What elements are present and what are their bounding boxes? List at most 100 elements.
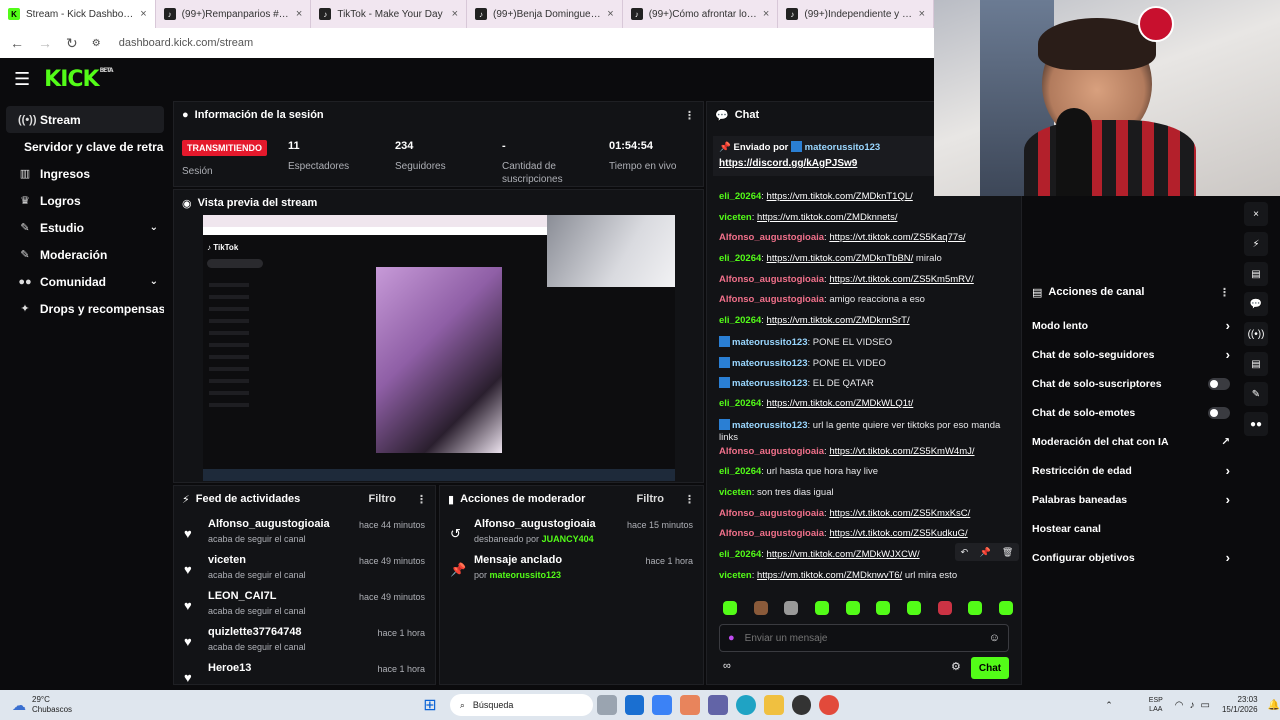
chat-message[interactable]: Alfonso_augustogioaia: https://vt.tiktok… (719, 230, 1011, 251)
chat-link[interactable]: https://vm.tiktok.com/ZMDkWJXCW/ (767, 549, 920, 560)
obs-icon[interactable] (791, 695, 812, 715)
feed-filter-button[interactable]: Filtro (369, 493, 397, 505)
chat-link[interactable]: https://vm.tiktok.com/ZMDknnets/ (757, 212, 897, 223)
chat-link[interactable]: https://vm.tiktok.com/ZMDknT1QL/ (767, 191, 913, 202)
emote-icon[interactable] (937, 601, 952, 615)
chat-link[interactable]: https://vm.tiktok.com/ZMDknwvT6/ (757, 570, 902, 581)
chat-link[interactable]: https://vt.tiktok.com/ZS5KmxKsC/ (829, 508, 970, 519)
battery-icon[interactable]: ▭ (1201, 700, 1210, 711)
chat-message[interactable]: mateorussito123: PONE EL VIDSEO (719, 334, 1011, 355)
explorer-icon[interactable] (763, 695, 784, 715)
channel-action-item[interactable]: Chat de solo-suscriptores (1024, 369, 1238, 398)
chat-username[interactable]: eli_20264 (719, 466, 761, 477)
browser-tab[interactable]: K Stream - Kick Dashboard × (0, 0, 156, 28)
chat-link[interactable]: https://vt.tiktok.com/ZS5Km5mRV/ (829, 274, 973, 285)
emote-icon[interactable] (968, 601, 983, 615)
close-tab-icon[interactable]: × (296, 8, 302, 20)
chrome-icon[interactable] (819, 695, 840, 715)
chat-username[interactable]: eli_20264 (719, 191, 761, 202)
chat-username[interactable]: Alfonso_augustogioaia (719, 528, 824, 539)
toggle-switch[interactable] (1208, 377, 1230, 390)
pin-action-icon[interactable]: 📌 (979, 547, 990, 558)
chat-message[interactable]: Alfonso_augustogioaia: amigo reacciona a… (719, 292, 1011, 313)
chat-username[interactable]: Alfonso_augustogioaia (719, 508, 824, 519)
rail-button-icon[interactable]: ▤ (1244, 352, 1268, 376)
chat-username[interactable]: mateorussito123 (732, 358, 808, 369)
chat-username[interactable]: viceten (719, 212, 752, 223)
chat-message[interactable]: Alfonso_augustogioaia: https://vt.tiktok… (719, 506, 1011, 527)
settings-icon[interactable]: ⚙ (951, 660, 961, 673)
mod-filter-button[interactable]: Filtro (637, 493, 665, 505)
emoji-icon[interactable]: ☺ (989, 632, 1000, 644)
chat-link[interactable]: https://vm.tiktok.com/ZMDknTbBN/ (767, 253, 914, 264)
chat-message-input[interactable] (744, 632, 979, 644)
feed-more-icon[interactable]: ⋮ (416, 493, 427, 506)
channel-action-item[interactable]: Chat de solo-seguidores › (1024, 340, 1238, 369)
chat-message[interactable]: eli_20264: https://vm.tiktok.com/ZMDknTb… (719, 251, 1011, 272)
mod-more-icon[interactable]: ⋮ (684, 493, 695, 506)
emote-icon[interactable] (784, 601, 799, 615)
feed-item[interactable]: ♥ Heroe13 hace 1 hora (174, 662, 435, 684)
chat-username[interactable]: viceten (719, 487, 752, 498)
chat-username[interactable]: Alfonso_augustogioaia (719, 294, 824, 305)
feed-item[interactable]: ♥ LEON_CAI7L acaba de seguir el canal hace … (174, 590, 435, 626)
feed-item[interactable]: ♥ Alfonso_augustogioaia acaba de seguir el… (174, 518, 435, 554)
language-indicator[interactable]: ESP LAA (1149, 696, 1163, 714)
chat-username[interactable]: Alfonso_augustogioaia (719, 232, 824, 243)
sidebar-item-logros[interactable]: ♛ Logros (6, 187, 164, 214)
stream-preview-video[interactable]: ♪ TikTok (203, 215, 675, 481)
browser-tab[interactable]: ♪ (99+)Cómo afrontar los celos c × (623, 0, 779, 28)
forward-icon[interactable]: → (38, 35, 52, 51)
browser-tab[interactable]: ♪ (99+)Rempanparios #humo × (156, 0, 312, 28)
mod-action-item[interactable]: 📌 Mensaje anclado por mateorussito123 hace … (440, 554, 703, 590)
chat-message[interactable]: mateorussito123: PONE EL VIDEO (719, 355, 1011, 376)
back-icon[interactable]: ← (10, 35, 24, 51)
chat-message[interactable]: mateorussito123: url la gente quiere ver… (719, 417, 1011, 444)
emote-icon[interactable] (723, 601, 737, 615)
chat-input[interactable]: ● ☺ (719, 624, 1009, 652)
chat-message[interactable]: Alfonso_augustogioaia: https://vt.tiktok… (719, 272, 1011, 293)
chat-link[interactable]: https://vt.tiktok.com/ZS5Kaq77s/ (829, 232, 965, 243)
feed-item[interactable]: ♥ viceten acaba de seguir el canal hace 49 … (174, 554, 435, 590)
rail-button-icon[interactable]: × (1244, 202, 1268, 226)
close-tab-icon[interactable]: × (919, 8, 925, 20)
tray-chevron-icon[interactable]: ⌃ (1105, 700, 1113, 711)
channel-action-item[interactable]: Configurar objetivos › (1024, 543, 1238, 572)
reload-icon[interactable]: ↻ (66, 35, 78, 52)
chat-link[interactable]: https://vm.tiktok.com/ZMDknnSrT/ (767, 315, 910, 326)
edge-icon[interactable] (735, 695, 756, 715)
reply-icon[interactable]: ↶ (961, 547, 969, 558)
task-view-icon[interactable] (596, 695, 617, 715)
chat-message[interactable]: eli_20264: https://vm.tiktok.com/ZMDknnS… (719, 313, 1011, 334)
chat-message[interactable]: viceten: https://vm.tiktok.com/ZMDknnets… (719, 210, 1011, 231)
emote-icon[interactable] (998, 601, 1013, 615)
channel-action-item[interactable]: Chat de solo-emotes (1024, 398, 1238, 427)
browser-tab[interactable]: ♪ (99+)Benja Dominguez:La Joya × (467, 0, 623, 28)
store-icon[interactable] (652, 695, 673, 715)
chat-username[interactable]: mateorussito123 (732, 420, 808, 431)
notification-icon[interactable]: 🔔 (1268, 700, 1280, 711)
windows-start-icon[interactable]: ⊞ (420, 695, 440, 715)
url-field[interactable]: dashboard.kick.com/stream (119, 37, 254, 49)
outlook-icon[interactable] (624, 695, 645, 715)
chat-username[interactable]: Alfonso_augustogioaia (719, 274, 824, 285)
rail-button-icon[interactable]: ⚡ (1244, 232, 1268, 256)
site-info-icon[interactable]: ⚙ (92, 38, 101, 49)
browser-tab[interactable]: ♪ (99+)Independiente y los D × (778, 0, 935, 28)
sidebar-item-drops[interactable]: ✦ Drops y recompensas (6, 295, 164, 322)
chat-message[interactable]: eli_20264: https://vm.tiktok.com/ZMDkWLQ… (719, 396, 1011, 417)
sidebar-item-estudio[interactable]: ✎ Estudio ⌄ (6, 214, 164, 241)
send-chat-button[interactable]: Chat (971, 657, 1009, 679)
chat-username[interactable]: eli_20264 (719, 549, 761, 560)
channel-more-icon[interactable]: ⋮ (1219, 286, 1230, 299)
emote-icon[interactable] (876, 601, 891, 615)
sidebar-item-comunidad[interactable]: ●● Comunidad ⌄ (6, 268, 164, 295)
chat-username[interactable]: eli_20264 (719, 315, 761, 326)
rail-button-icon[interactable]: ▤ (1244, 262, 1268, 286)
chat-username[interactable]: eli_20264 (719, 253, 761, 264)
chat-message[interactable]: viceten: son tres dias igual (719, 485, 1011, 506)
rail-button-icon[interactable]: ((•)) (1244, 322, 1268, 346)
feed-item[interactable]: ♥ quizlette37764748 acaba de seguir el can… (174, 626, 435, 662)
chat-link[interactable]: https://vt.tiktok.com/ZS5KudkuG/ (829, 528, 967, 539)
chat-username[interactable]: eli_20264 (719, 398, 761, 409)
